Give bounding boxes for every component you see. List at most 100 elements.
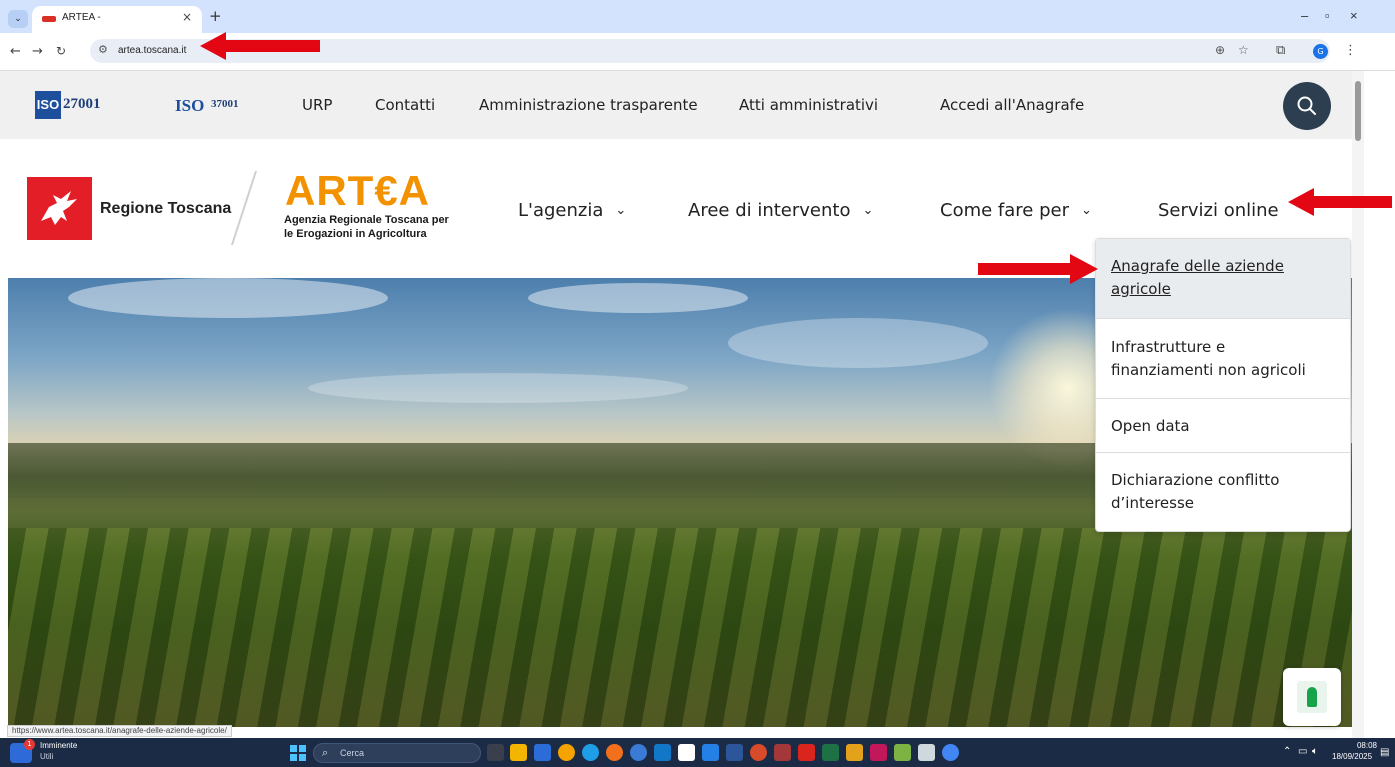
bookmark-star-icon[interactable]: ☆ (1238, 43, 1249, 57)
tab-title: ARTEA - (62, 12, 101, 23)
powerpoint-icon[interactable] (750, 744, 767, 761)
tray-chevron-icon[interactable]: ⌃ (1283, 746, 1291, 757)
notepad-icon[interactable] (918, 744, 935, 761)
link-atti-amministrativi[interactable]: Atti amministrativi (739, 96, 878, 114)
artea-logo[interactable]: ART€A (285, 167, 430, 215)
back-icon[interactable]: ← (10, 44, 21, 59)
window-close-icon[interactable]: × (1350, 8, 1358, 23)
network-icon[interactable]: ▭ (1298, 746, 1307, 757)
search-icon: ⌕ (322, 746, 329, 759)
dropdown-item-label: Anagrafe delle aziende (1111, 257, 1284, 275)
cloud-shape (308, 373, 688, 403)
browser-menu-icon[interactable]: ⋮ (1344, 43, 1357, 58)
task-view-icon[interactable] (487, 744, 504, 761)
nav-come-fare-label: Come fare per (940, 200, 1069, 221)
excel-icon[interactable] (822, 744, 839, 761)
reload-icon[interactable]: ↻ (56, 44, 66, 58)
dropdown-item-conflitto-interesse[interactable]: Dichiarazione conflitto d’interesse (1096, 453, 1350, 531)
windows-start-icon[interactable] (290, 745, 306, 761)
dropdown-item-label: agricole (1111, 280, 1171, 298)
iso-logo-icon: ISO (175, 96, 205, 115)
tab-search-icon[interactable]: ⌄ (8, 10, 28, 28)
clock-date[interactable]: 18/09/2025 (1332, 752, 1372, 761)
windows-taskbar: 1 Imminente Utili ⌕ Cerca ⌃ ▭ 🔈︎ 08:08 1… (0, 738, 1395, 767)
link-amministrazione-trasparente[interactable]: Amministrazione trasparente (479, 96, 698, 114)
nav-come-fare-per[interactable]: Come fare per ⌄ (940, 200, 1092, 221)
app-icon[interactable] (870, 744, 887, 761)
firefox-icon[interactable] (606, 744, 623, 761)
acrobat-icon[interactable] (798, 744, 815, 761)
nav-agenzia-label: L'agenzia (518, 200, 604, 221)
todo-icon[interactable] (702, 744, 719, 761)
iso-logo-icon: ISO (35, 91, 61, 119)
new-tab-icon[interactable]: + (209, 7, 222, 25)
tab-close-icon[interactable]: × (182, 10, 192, 24)
iso-37001-badge: ISO 37001 (175, 91, 255, 119)
app-icon[interactable] (894, 744, 911, 761)
scrollbar-thumb[interactable] (1355, 81, 1361, 141)
artea-subtitle: Agenzia Regionale Toscana per le Erogazi… (284, 213, 484, 241)
app-icon[interactable] (846, 744, 863, 761)
accessibility-icon (1297, 681, 1327, 713)
zoom-icon[interactable]: ⊕ (1215, 43, 1225, 57)
search-button[interactable] (1283, 82, 1331, 130)
search-icon (1297, 96, 1316, 115)
dropdown-item-infrastrutture[interactable]: Infrastrutture e finanziamenti non agric… (1096, 319, 1350, 399)
browser-tab[interactable]: ARTEA - × (32, 6, 202, 33)
link-urp[interactable]: URP (302, 96, 332, 114)
chevron-down-icon: ⌄ (1080, 203, 1092, 218)
nav-aree-intervento[interactable]: Aree di intervento ⌄ (688, 200, 873, 221)
dropdown-item-label: Infrastrutture e (1111, 338, 1226, 356)
edge-icon[interactable] (582, 744, 599, 761)
cloud-shape (68, 278, 388, 318)
app-icon[interactable] (630, 744, 647, 761)
weather-title[interactable]: Imminente (40, 741, 77, 750)
iso-27001-label: 27001 (63, 96, 101, 112)
cloud-shape (528, 283, 748, 313)
dropdown-item-open-data[interactable]: Open data (1096, 399, 1350, 453)
notifications-icon[interactable]: ▤ (1380, 747, 1389, 758)
iso-37001-label: 37001 (211, 98, 239, 110)
access-icon[interactable] (774, 744, 791, 761)
taskbar-search-input[interactable]: ⌕ Cerca (313, 743, 481, 763)
nav-servizi-online[interactable]: Servizi online (1158, 200, 1279, 221)
chrome-icon[interactable] (558, 744, 575, 761)
logo-divider (230, 170, 258, 246)
annotation-arrow-url (200, 32, 320, 60)
url-text[interactable]: artea.toscana.it (118, 45, 186, 56)
dropdown-item-label: Open data (1111, 417, 1190, 435)
link-status-bubble: https://www.artea.toscana.it/anagrafe-de… (7, 725, 232, 737)
page-scrollbar[interactable] (1352, 71, 1364, 738)
regione-toscana-label[interactable]: Regione Toscana (100, 200, 231, 218)
dropdown-item-label: d’interesse (1111, 494, 1194, 512)
servizi-online-dropdown: Anagrafe delle aziende agricole Infrastr… (1095, 238, 1351, 532)
chevron-down-icon: ⌄ (862, 203, 874, 218)
annotation-arrow-anagrafe (978, 254, 1098, 284)
google-app-icon[interactable] (678, 744, 695, 761)
nav-agenzia[interactable]: L'agenzia ⌄ (518, 200, 626, 221)
nav-servizi-label: Servizi online (1158, 200, 1279, 221)
site-info-icon[interactable]: ⚙ (98, 43, 108, 56)
regione-toscana-logo[interactable] (27, 177, 92, 240)
file-explorer-icon[interactable] (510, 744, 527, 761)
link-accedi-anagrafe[interactable]: Accedi all'Anagrafe (940, 96, 1084, 114)
minimize-icon[interactable]: – (1301, 8, 1308, 23)
link-contatti[interactable]: Contatti (375, 96, 435, 114)
volume-icon[interactable]: 🔈︎ (1312, 746, 1318, 757)
forward-icon[interactable]: → (32, 44, 43, 59)
restore-icon[interactable]: ▫ (1325, 8, 1330, 23)
extensions-icon[interactable]: ⧉ (1276, 43, 1285, 58)
store-icon[interactable] (534, 744, 551, 761)
weather-subtitle[interactable]: Utili (40, 752, 53, 761)
utility-bar: ISO 27001 ISO 37001 URP Contatti Amminis… (0, 71, 1352, 139)
artea-subtitle-line2: le Erogazioni in Agricoltura (284, 228, 427, 240)
chrome-profile-icon[interactable] (942, 744, 959, 761)
accessibility-button[interactable] (1283, 668, 1341, 726)
word-icon[interactable] (726, 744, 743, 761)
clock-time[interactable]: 08:08 (1353, 741, 1377, 750)
pegasus-icon (41, 191, 77, 225)
dropdown-item-anagrafe[interactable]: Anagrafe delle aziende agricole (1096, 239, 1350, 319)
outlook-icon[interactable] (654, 744, 671, 761)
profile-avatar[interactable]: G (1313, 44, 1328, 59)
dropdown-item-label: Dichiarazione conflitto (1111, 471, 1280, 489)
